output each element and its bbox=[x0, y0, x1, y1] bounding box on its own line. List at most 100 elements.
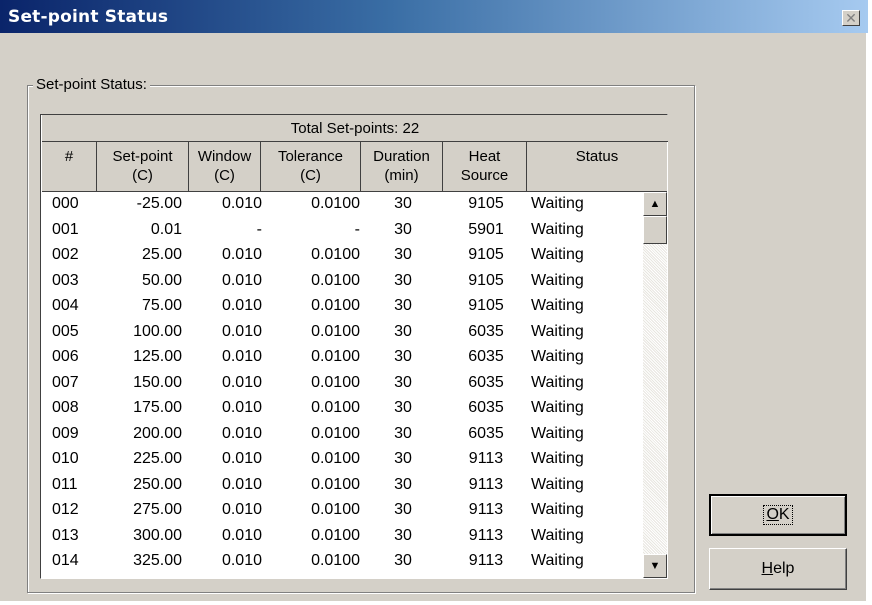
table-row[interactable]: 013 300.00 0.010 0.0100 30 9113 Waiting bbox=[42, 524, 643, 550]
table-row[interactable]: 009 200.00 0.010 0.0100 30 6035 Waiting bbox=[42, 422, 643, 448]
cell-index: 002 bbox=[52, 246, 79, 263]
cell-index: 008 bbox=[52, 399, 79, 416]
column-header-heat-source[interactable]: Heat Source bbox=[443, 142, 527, 192]
help-mnemonic: H bbox=[761, 560, 774, 577]
help-label-rest: elp bbox=[773, 560, 795, 577]
scroll-thumb[interactable] bbox=[643, 216, 667, 244]
close-button[interactable]: ✕ bbox=[842, 10, 860, 26]
table-row[interactable]: 004 75.00 0.010 0.0100 30 9105 Waiting bbox=[42, 294, 643, 320]
cell-duration: 30 bbox=[394, 373, 412, 391]
table-row[interactable]: 005 100.00 0.010 0.0100 30 6035 Waiting bbox=[42, 320, 643, 346]
cell-status: Waiting bbox=[531, 322, 584, 340]
cell-heat-source: 9105 bbox=[468, 195, 504, 212]
cell-window: 0.010 bbox=[221, 501, 262, 518]
cell-window: 0.010 bbox=[221, 246, 262, 263]
cell-heat-source: 5901 bbox=[468, 220, 504, 238]
cell-heat-source: 6035 bbox=[468, 399, 504, 416]
cell-set-point: 300.00 bbox=[133, 526, 182, 544]
cell-set-point: 250.00 bbox=[133, 475, 182, 493]
table-row[interactable]: 014 325.00 0.010 0.0100 30 9113 Waiting bbox=[42, 549, 643, 575]
cell-tolerance: 0.0100 bbox=[311, 373, 360, 391]
cell-index: 014 bbox=[52, 552, 79, 569]
cell-window: 0.010 bbox=[221, 424, 262, 442]
table-row[interactable]: 000 -25.00 0.010 0.0100 30 9105 Waiting bbox=[42, 192, 643, 218]
scroll-up-button[interactable]: ▲ bbox=[643, 192, 667, 216]
cell-tolerance: 0.0100 bbox=[311, 271, 360, 289]
cell-set-point: 200.00 bbox=[133, 424, 182, 442]
cell-index: 000 bbox=[52, 195, 79, 212]
cell-tolerance: 0.0100 bbox=[311, 424, 360, 442]
cell-status: Waiting bbox=[531, 195, 584, 212]
cell-tolerance: 0.0100 bbox=[311, 450, 360, 467]
cell-tolerance: - bbox=[354, 220, 360, 238]
cell-duration: 30 bbox=[394, 501, 412, 518]
cell-duration: 30 bbox=[394, 246, 412, 263]
cell-tolerance: 0.0100 bbox=[311, 552, 360, 569]
scroll-down-button[interactable]: ▼ bbox=[643, 554, 667, 578]
table-row[interactable]: 007 150.00 0.010 0.0100 30 6035 Waiting bbox=[42, 371, 643, 397]
cell-window: 0.010 bbox=[221, 271, 262, 289]
cell-duration: 30 bbox=[394, 450, 412, 467]
column-header-set-point[interactable]: Set-point (C) bbox=[97, 142, 189, 192]
cell-set-point: 0.01 bbox=[150, 220, 182, 238]
cell-set-point: 175.00 bbox=[133, 399, 182, 416]
cell-window: 0.010 bbox=[221, 526, 262, 544]
cell-heat-source: 9113 bbox=[468, 526, 504, 544]
cell-heat-source: 9113 bbox=[468, 450, 504, 467]
cell-window: 0.010 bbox=[221, 552, 262, 569]
cell-duration: 30 bbox=[394, 195, 412, 212]
column-header-tolerance[interactable]: Tolerance (C) bbox=[261, 142, 361, 192]
help-button[interactable]: Help bbox=[709, 548, 847, 590]
column-header-status[interactable]: Status bbox=[527, 142, 667, 192]
column-header-duration[interactable]: Duration (min) bbox=[361, 142, 443, 192]
cell-window: 0.010 bbox=[221, 322, 262, 340]
vertical-scrollbar[interactable]: ▲ ▼ bbox=[643, 192, 667, 578]
column-header-window[interactable]: Window (C) bbox=[189, 142, 261, 192]
cell-duration: 30 bbox=[394, 271, 412, 289]
set-point-rows: 000 -25.00 0.010 0.0100 30 9105 Waiting 001 0.01… bbox=[42, 192, 643, 578]
cell-status: Waiting bbox=[531, 373, 584, 391]
column-header-index[interactable]: # bbox=[42, 142, 97, 192]
cell-status: Waiting bbox=[531, 475, 584, 493]
set-point-grid: Total Set-points: 22 # Set-point (C) Win… bbox=[40, 114, 668, 579]
ok-button[interactable]: OK bbox=[709, 494, 847, 536]
table-row[interactable]: 008 175.00 0.010 0.0100 30 6035 Waiting bbox=[42, 396, 643, 422]
cell-heat-source: 6035 bbox=[468, 322, 504, 340]
cell-window: 0.010 bbox=[221, 475, 262, 493]
table-row[interactable]: 001 0.01 - - 30 5901 Waiting bbox=[42, 218, 643, 244]
table-row[interactable]: 003 50.00 0.010 0.0100 30 9105 Waiting bbox=[42, 269, 643, 295]
cell-tolerance: 0.0100 bbox=[311, 195, 360, 212]
table-row[interactable]: 002 25.00 0.010 0.0100 30 9105 Waiting bbox=[42, 243, 643, 269]
cell-index: 011 bbox=[52, 475, 78, 493]
table-row[interactable]: 011 250.00 0.010 0.0100 30 9113 Waiting bbox=[42, 473, 643, 499]
table-row[interactable]: 012 275.00 0.010 0.0100 30 9113 Waiting bbox=[42, 498, 643, 524]
cell-status: Waiting bbox=[531, 526, 584, 544]
cell-heat-source: 6035 bbox=[468, 373, 504, 391]
cell-heat-source: 9113 bbox=[468, 552, 504, 569]
cell-window: 0.010 bbox=[221, 373, 262, 391]
table-row[interactable]: 010 225.00 0.010 0.0100 30 9113 Waiting bbox=[42, 447, 643, 473]
cell-set-point: 25.00 bbox=[141, 246, 182, 263]
close-icon: ✕ bbox=[845, 10, 857, 26]
window-title: Set-point Status bbox=[8, 7, 169, 27]
group-label: Set-point Status: bbox=[33, 76, 150, 93]
cell-window: - bbox=[256, 220, 262, 238]
cell-status: Waiting bbox=[531, 552, 584, 569]
cell-tolerance: 0.0100 bbox=[311, 475, 360, 493]
cell-tolerance: 0.0100 bbox=[311, 399, 360, 416]
cell-window: 0.010 bbox=[221, 450, 262, 467]
cell-duration: 30 bbox=[394, 552, 412, 569]
cell-index: 005 bbox=[52, 322, 79, 340]
cell-window: 0.010 bbox=[221, 348, 262, 365]
cell-status: Waiting bbox=[531, 271, 584, 289]
cell-index: 013 bbox=[52, 526, 79, 544]
cell-status: Waiting bbox=[531, 220, 584, 238]
cell-heat-source: 9113 bbox=[468, 475, 504, 493]
cell-status: Waiting bbox=[531, 348, 584, 365]
ok-mnemonic: O bbox=[766, 506, 779, 523]
title-bar: Set-point Status ✕ bbox=[0, 0, 868, 33]
total-set-points-header: Total Set-points: 22 bbox=[42, 115, 668, 142]
table-row[interactable]: 006 125.00 0.010 0.0100 30 6035 Waiting bbox=[42, 345, 643, 371]
cell-duration: 30 bbox=[394, 475, 412, 493]
cell-set-point: 325.00 bbox=[133, 552, 182, 569]
